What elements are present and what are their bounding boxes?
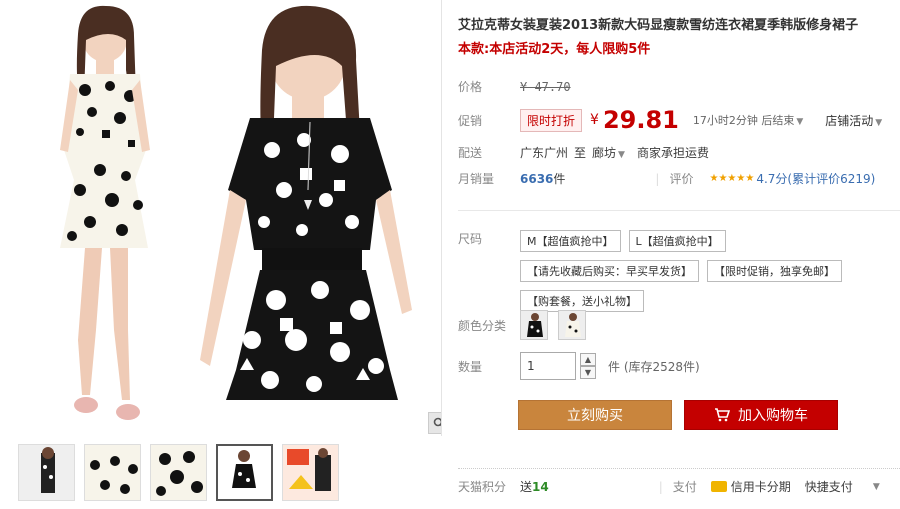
quantity-row: 数量 1 ▲ ▼ 件 (库存2528件) [458,352,700,380]
cart-icon [715,408,730,422]
size-row: 尺码 M【超值疯抢中】 L【超值疯抢中】 【请先收藏后购买：早买早发货】 【限时… [458,230,860,312]
add-to-cart-button[interactable]: 加入购物车 [684,400,838,430]
color-swatch-white[interactable] [558,310,586,340]
stock-text: 件 (库存2528件) [608,359,700,374]
bottom-info-row: 天猫积分 送 14 | 支付 信用卡分期 快捷支付 ▼ [458,478,880,495]
add-to-cart-label: 加入购物车 [738,408,808,424]
sales-label: 月销量 [458,172,495,186]
shipping-destination-select[interactable]: 廊坊 ▼ [592,144,625,161]
original-price: ¥ 47.70 [520,79,571,94]
main-product-image-full [60,5,150,420]
rating-label: 评价 [669,172,694,186]
divider: | [655,171,660,186]
credit-card-icon [710,481,727,492]
shipping-label: 配送 [458,146,483,160]
thumbnail-1[interactable] [18,444,75,501]
store-promo-label: 店铺活动 [825,113,874,128]
thumbnail-2[interactable] [84,444,141,501]
buy-now-button[interactable]: 立刻购买 [518,400,672,430]
magnifier-icon [433,417,441,427]
countdown-text[interactable]: 17小时2分钟 后结束 ▼ [693,112,803,128]
color-row: 颜色分类 [458,310,596,340]
main-product-image-closeup [180,0,441,436]
shipping-note: 商家承担运费 [636,146,709,160]
size-option-m[interactable]: M【超值疯抢中】 [520,230,621,252]
product-gallery [10,0,442,436]
chevron-down-icon[interactable]: ▼ [873,482,880,492]
sales-count: 6636 [520,171,554,186]
sales-unit: 件 [553,172,566,186]
chevron-down-icon: ▼ [618,150,625,160]
store-promo-dropdown[interactable]: 店铺活动 ▼ [825,112,882,129]
size-label: 尺码 [458,232,483,246]
thumbnail-strip [18,444,339,501]
original-price-row: 价格 ¥ 47.70 [458,78,571,95]
quantity-input[interactable]: 1 [520,352,576,380]
price-label: 价格 [458,80,483,94]
rating-link[interactable]: 4.7分(累计评价6219) [756,170,875,187]
currency-symbol: ¥ [590,112,599,128]
divider-line [458,210,900,211]
promo-price-row: 促销 限时打折 ¥ 29.81 17小时2分钟 后结束 ▼ 店铺活动 ▼ [458,106,882,134]
points-prefix: 送 [520,480,533,494]
points-value: 14 [532,479,549,494]
promo-banner-text: 本款:本店活动2天，每人限购5件 [458,42,651,57]
shipping-row: 配送 广东广州 至 廊坊 ▼ 商家承担运费 [458,144,709,161]
pay-label: 支付 [672,480,697,494]
chevron-down-icon: ▼ [875,117,883,128]
shipping-destination: 廊坊 [592,146,617,160]
thumbnail-4-selected[interactable] [216,444,273,501]
size-option-promo[interactable]: 【限时促销，独享免邮】 [707,260,842,282]
promo-label: 促销 [458,113,483,128]
zoom-button[interactable] [428,412,441,434]
promo-price: 29.81 [602,106,679,134]
size-option-favorite[interactable]: 【请先收藏后购买：早买早发货】 [520,260,699,282]
rating-stars: ★★★★★ [709,173,755,184]
countdown-value: 17小时2分钟 后结束 [692,114,795,127]
size-option-l[interactable]: L【超值疯抢中】 [628,230,726,252]
credit-installment-link[interactable]: 信用卡分期 [731,478,791,495]
shipping-to-word: 至 [574,146,587,160]
discount-badge: 限时打折 [520,108,583,132]
color-label: 颜色分类 [458,318,507,333]
product-title: 艾拉克蒂女装夏装2013新款大码显瘦款雪纺连衣裙夏季韩版修身裙子 [458,18,859,33]
shipping-from: 广东广州 [520,146,569,160]
decrement-icon[interactable]: ▼ [580,366,596,379]
divider: | [658,479,663,494]
color-swatch-black[interactable] [520,310,548,340]
increment-icon[interactable]: ▲ [580,353,596,366]
size-options: M【超值疯抢中】 L【超值疯抢中】 【请先收藏后购买：早买早发货】 【限时促销，… [520,230,860,312]
bottom-divider [458,468,900,469]
quick-pay-link[interactable]: 快捷支付 [805,478,853,495]
points-label: 天猫积分 [458,480,507,494]
thumbnail-3[interactable] [150,444,207,501]
quantity-stepper: ▲ ▼ [580,353,596,379]
chevron-down-icon: ▼ [796,117,804,127]
size-option-bundle[interactable]: 【购套餐，送小礼物】 [520,290,644,312]
quantity-label: 数量 [458,359,483,374]
sales-row: 月销量 6636 件 | 评价 ★★★★★ 4.7分(累计评价6219) [458,170,875,187]
thumbnail-5[interactable] [282,444,339,501]
